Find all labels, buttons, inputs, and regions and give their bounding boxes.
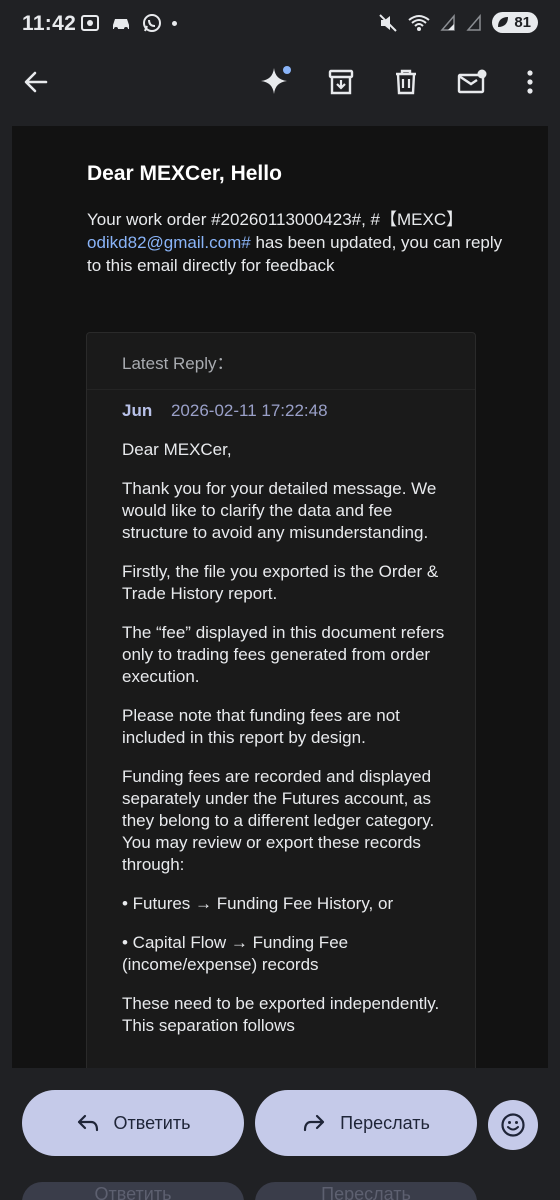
gemini-sparkle-icon	[261, 66, 291, 94]
ghost-action-bar: Ответить Переслать	[0, 1182, 560, 1200]
emoji-smile-icon	[501, 1113, 525, 1137]
emoji-reaction-button[interactable]	[488, 1100, 538, 1150]
delete-button[interactable]	[386, 62, 426, 102]
latest-reply-box: Latest Reply： Jun 2026-02-11 17:22:48 De…	[86, 332, 476, 1076]
battery-saver-icon	[498, 17, 509, 27]
email-link[interactable]: odikd82@gmail.com#	[87, 233, 251, 252]
forward-button[interactable]: Переслать	[255, 1090, 477, 1156]
top-app-bar	[0, 50, 560, 114]
battery-level: 81	[514, 14, 531, 31]
email-body: Dear MEXCer, Hello Your work order #2026…	[12, 126, 548, 1076]
back-button[interactable]	[16, 62, 56, 102]
archive-icon	[328, 69, 354, 95]
reply-body: Dear MEXCer, Thank you for your detailed…	[122, 439, 452, 1054]
reply-meta: Jun 2026-02-11 17:22:48	[122, 401, 328, 421]
notification-icons	[80, 13, 177, 33]
wifi-icon	[408, 14, 430, 31]
reply-paragraph: Thank you for your detailed message. We …	[122, 479, 437, 542]
reply-paragraph: The “fee” displayed in this document ref…	[122, 623, 445, 686]
intro-text: Your work order #20260113000423#, #【MEXC…	[87, 210, 464, 229]
reply-icon	[77, 1114, 98, 1132]
signal-icon-2	[466, 13, 482, 31]
email-intro: Your work order #20260113000423#, #【MEXC…	[87, 208, 507, 277]
ghost-reply-button: Ответить	[22, 1182, 244, 1200]
forward-icon	[304, 1114, 325, 1132]
signal-icon	[440, 13, 456, 31]
ghost-forward-button: Переслать	[255, 1182, 477, 1200]
reply-label: Ответить	[113, 1112, 191, 1133]
gemini-button[interactable]	[255, 62, 295, 102]
reply-paragraph: Dear MEXCer,	[122, 440, 232, 459]
reply-paragraph: • Capital Flow → Funding Fee (income/exp…	[122, 933, 349, 974]
ghost-forward-label: Переслать	[321, 1184, 411, 1200]
trash-icon	[396, 69, 416, 95]
system-icons: 81	[378, 12, 538, 33]
reply-datetime: 2026-02-11 17:22:48	[170, 401, 328, 420]
dot-icon	[172, 20, 177, 26]
forward-label: Переслать	[340, 1112, 430, 1133]
reply-paragraph: • Futures → Funding Fee History, or	[122, 894, 394, 913]
ghost-reply-label: Ответить	[94, 1184, 172, 1200]
reply-paragraph: Funding fees are recorded and displayed …	[122, 767, 435, 874]
latest-reply-label: Latest Reply：	[122, 354, 234, 373]
car-icon	[113, 19, 129, 31]
mark-unread-icon	[457, 69, 487, 94]
status-time: 11:42	[22, 12, 77, 35]
reply-paragraph: Please note that funding fees are not in…	[122, 706, 400, 747]
email-greeting: Dear MEXCer, Hello	[87, 162, 282, 185]
bottom-action-bar: Ответить Переслать	[0, 1068, 560, 1200]
screenshot-icon	[81, 15, 99, 31]
mute-icon	[379, 13, 398, 32]
back-arrow-icon	[24, 71, 48, 93]
status-bar: 11:42 81	[0, 0, 560, 50]
reply-paragraph: Firstly, the file you exported is the Or…	[122, 562, 439, 603]
battery-indicator: 81	[492, 12, 538, 33]
more-vert-icon	[527, 70, 533, 94]
more-options-button[interactable]	[510, 62, 550, 102]
archive-button[interactable]	[321, 62, 361, 102]
divider	[87, 389, 475, 390]
reply-button[interactable]: Ответить	[22, 1090, 244, 1156]
reply-paragraph: These need to be exported independently.…	[122, 994, 440, 1035]
mark-unread-button[interactable]	[452, 62, 492, 102]
whatsapp-icon	[143, 14, 161, 32]
reply-author: Jun	[122, 401, 153, 420]
